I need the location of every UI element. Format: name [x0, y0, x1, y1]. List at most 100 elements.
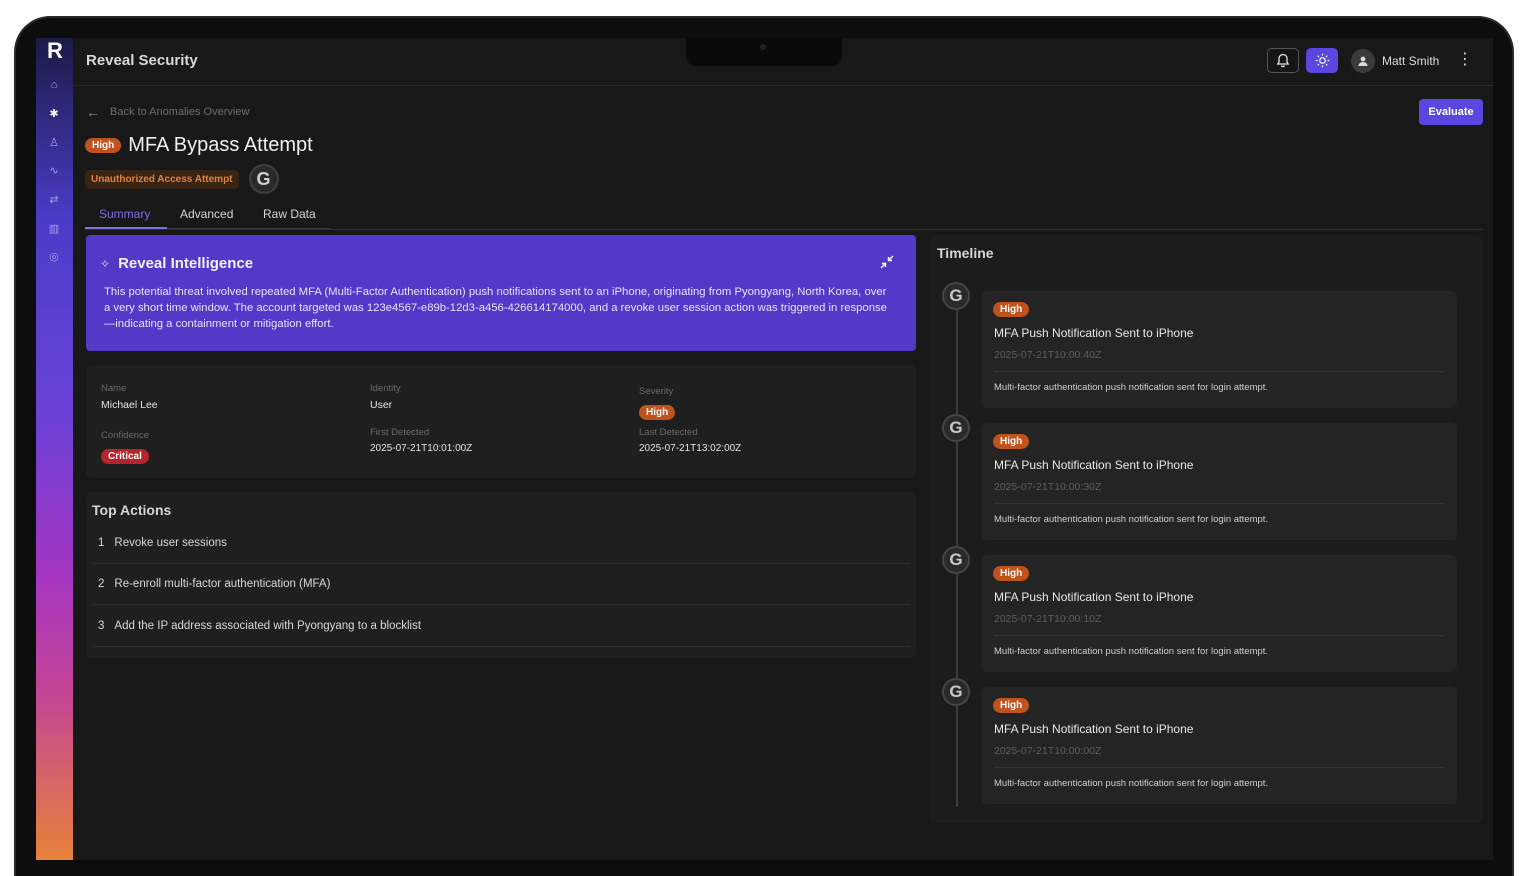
event-title: MFA Push Notification Sent to iPhone	[994, 722, 1194, 736]
intelligence-title: Reveal Intelligence	[118, 255, 254, 272]
event-description: Multi-factor authentication push notific…	[994, 778, 1269, 789]
sparkle-icon: ✧	[100, 256, 111, 271]
anomaly-title-row: High MFA Bypass Attempt	[85, 134, 313, 157]
identity-value: User	[370, 399, 393, 411]
severity-badge: High	[639, 405, 676, 420]
top-actions-title: Top Actions	[92, 502, 172, 518]
home-icon[interactable]: ⌂	[47, 78, 61, 92]
tab-raw-data[interactable]: Raw Data	[263, 207, 316, 221]
tab-divider	[167, 228, 331, 229]
first-detected-field: First Detected 2025-07-21T10:01:00Z	[370, 427, 472, 454]
action-number: 3	[98, 620, 105, 632]
last-detected-value: 2025-07-21T13:02:00Z	[639, 443, 742, 454]
event-divider	[994, 503, 1444, 504]
page-title: MFA Bypass Attempt	[128, 134, 313, 156]
action-item[interactable]: 2 Re-enroll multi-factor authentication …	[92, 564, 910, 605]
back-link[interactable]: ← Back to Anomalies Overview	[86, 104, 249, 120]
intelligence-summary: This potential threat involved repeated …	[104, 286, 887, 330]
severity-badge: High	[993, 434, 1030, 449]
action-number: 2	[98, 578, 105, 590]
timeline-event[interactable]: High MFA Push Notification Sent to iPhon…	[981, 555, 1457, 672]
details-card: Name Michael Lee Identity User Severity …	[86, 365, 916, 478]
action-text: Revoke user sessions	[114, 537, 227, 549]
google-logo-icon: G	[942, 678, 970, 706]
action-item[interactable]: 1 Revoke user sessions	[92, 523, 910, 564]
active-tab-indicator	[85, 227, 167, 229]
timeline-event[interactable]: High MFA Push Notification Sent to iPhon…	[981, 291, 1457, 408]
event-description: Multi-factor authentication push notific…	[994, 514, 1269, 525]
top-actions-card: Top Actions 1 Revoke user sessions 2 Re-…	[86, 492, 916, 658]
avatar[interactable]	[1351, 49, 1375, 73]
google-logo-icon: G	[942, 546, 970, 574]
theme-toggle-button[interactable]	[1306, 48, 1338, 73]
severity-badge: High	[85, 138, 122, 153]
event-divider	[994, 635, 1444, 636]
chart-icon[interactable]: ▥	[47, 222, 61, 236]
user-name[interactable]: Matt Smith	[1382, 54, 1439, 68]
event-timestamp: 2025-07-21T10:00:30Z	[994, 481, 1102, 493]
confidence-badge: Critical	[101, 449, 149, 464]
event-divider	[994, 371, 1444, 372]
intelligence-panel: ✧ Reveal Intelligence This potential thr…	[86, 235, 916, 351]
action-text: Add the IP address associated with Pyong…	[114, 620, 422, 632]
app-title: Reveal Security	[86, 52, 198, 69]
intelligence-header: ✧ Reveal Intelligence	[100, 255, 253, 272]
name-label: Name	[101, 383, 127, 394]
user-icon[interactable]: ♙	[47, 136, 61, 150]
identity-label: Identity	[370, 383, 401, 394]
event-title: MFA Push Notification Sent to iPhone	[994, 458, 1194, 472]
collapse-icon[interactable]	[880, 255, 896, 271]
back-label: Back to Anomalies Overview	[110, 106, 250, 118]
timeline-event[interactable]: High MFA Push Notification Sent to iPhon…	[981, 423, 1457, 540]
timeline-panel: Timeline G High MFA Push Notification Se…	[930, 235, 1483, 823]
action-number: 1	[98, 537, 105, 549]
event-divider	[994, 767, 1444, 768]
identity-field: Identity User	[370, 383, 401, 411]
app-screen: R ⌂ ✱ ♙ ∿ ⇄ ▥ ◎ Reveal Security Matt Smi…	[36, 38, 1493, 860]
event-timestamp: 2025-07-21T10:00:00Z	[994, 745, 1102, 757]
google-logo-icon: G	[942, 282, 970, 310]
first-detected-label: First Detected	[370, 427, 430, 438]
severity-badge: High	[993, 566, 1030, 581]
kebab-icon[interactable]: ⋮	[1457, 50, 1473, 70]
camera-icon	[760, 44, 766, 50]
event-description: Multi-factor authentication push notific…	[994, 646, 1269, 657]
activity-icon[interactable]: ∿	[47, 164, 61, 178]
google-logo-icon: G	[942, 414, 970, 442]
tag-row: Unauthorized Access Attempt G	[85, 164, 279, 194]
action-text: Re-enroll multi-factor authentication (M…	[114, 578, 331, 590]
app-logo[interactable]: R	[44, 40, 66, 62]
last-detected-label: Last Detected	[639, 427, 698, 438]
last-detected-field: Last Detected 2025-07-21T13:02:00Z	[639, 427, 741, 454]
confidence-field: Confidence Critical	[101, 430, 149, 464]
sun-icon	[1315, 53, 1329, 68]
event-description: Multi-factor authentication push notific…	[994, 382, 1269, 393]
timeline-event[interactable]: High MFA Push Notification Sent to iPhon…	[981, 687, 1457, 804]
event-title: MFA Push Notification Sent to iPhone	[994, 590, 1194, 604]
severity-badge: High	[993, 302, 1030, 317]
category-tag: Unauthorized Access Attempt	[85, 169, 239, 189]
first-detected-value: 2025-07-21T10:01:00Z	[370, 443, 473, 454]
severity-label: Severity	[639, 386, 674, 397]
notifications-button[interactable]	[1267, 48, 1299, 73]
confidence-label: Confidence	[101, 430, 150, 441]
event-title: MFA Push Notification Sent to iPhone	[994, 326, 1194, 340]
workflow-icon[interactable]: ⇄	[47, 193, 61, 207]
settings-icon[interactable]: ◎	[47, 250, 61, 264]
name-value: Michael Lee	[101, 399, 158, 411]
tab-advanced[interactable]: Advanced	[180, 207, 233, 221]
timeline-title: Timeline	[937, 245, 994, 261]
arrow-left-icon: ←	[86, 104, 100, 120]
severity-field: Severity High	[639, 386, 676, 420]
tab-bar: Summary Advanced Raw Data	[85, 202, 1483, 230]
user-icon	[1358, 56, 1368, 66]
bell-icon	[1276, 53, 1290, 68]
severity-badge: High	[993, 698, 1030, 713]
event-timestamp: 2025-07-21T10:00:40Z	[994, 349, 1102, 361]
action-item[interactable]: 3 Add the IP address associated with Pyo…	[92, 606, 910, 647]
event-timestamp: 2025-07-21T10:00:10Z	[994, 613, 1102, 625]
tab-summary[interactable]: Summary	[99, 207, 150, 221]
bug-icon[interactable]: ✱	[47, 107, 61, 121]
evaluate-button[interactable]: Evaluate	[1419, 99, 1483, 125]
name-field: Name Michael Lee	[101, 383, 158, 411]
